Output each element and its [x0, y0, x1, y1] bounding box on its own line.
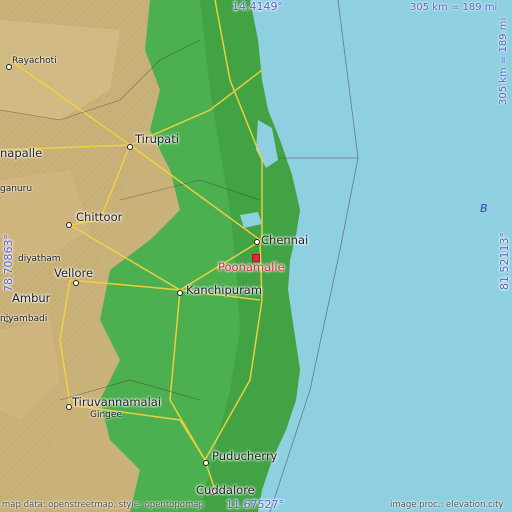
coord-left: 78.70863° [2, 234, 15, 292]
label-chennai: Chennai [261, 233, 309, 247]
map-canvas[interactable]: 305 km = 189 mi 305 km = 189 mi 14.4149°… [0, 0, 512, 512]
kanchipuram-dot [177, 290, 183, 296]
vellore-dot [73, 280, 79, 286]
chittoor-dot [66, 222, 72, 228]
label-gingee: Gingee [90, 410, 122, 420]
label-kanchipuram: Kanchipuram [186, 283, 263, 297]
chennai-dot [254, 239, 260, 245]
label-tirupati: Tirupati [135, 132, 179, 146]
coord-right: 81.52113° [498, 232, 511, 290]
label-poonamalle[interactable]: Poonamalle [218, 260, 285, 274]
puducherry-dot [203, 460, 209, 466]
coord-bottom: 11.67527° [226, 498, 284, 511]
label-diyatham: diyatham [18, 254, 61, 264]
label-puducherry: Puducherry [212, 449, 278, 463]
sea-label: B [480, 202, 488, 215]
label-ambur: Ambur [12, 291, 51, 305]
tirupati-dot [127, 144, 133, 150]
scale-vertical: 305 km = 189 mi [498, 17, 509, 105]
attribution-image-proc: image proc.: elevation.city [390, 500, 504, 510]
coord-top: 14.4149° [232, 0, 283, 13]
label-niyambadi: niyambadi [0, 314, 48, 324]
label-rayachoti: Rayachoti [12, 56, 57, 66]
label-napalle: napalle [0, 146, 43, 160]
label-ganuru: ganuru [0, 184, 33, 194]
label-vellore: Vellore [54, 266, 94, 280]
scale-horizontal: 305 km = 189 mi [410, 2, 498, 13]
label-chittoor: Chittoor [76, 210, 123, 224]
label-tiruvannamalai: Tiruvannamalai [72, 395, 162, 409]
label-cuddalore: Cuddalore [196, 483, 255, 497]
attribution-map-data: map data: openstreetmap, style: opentopo… [2, 500, 204, 510]
